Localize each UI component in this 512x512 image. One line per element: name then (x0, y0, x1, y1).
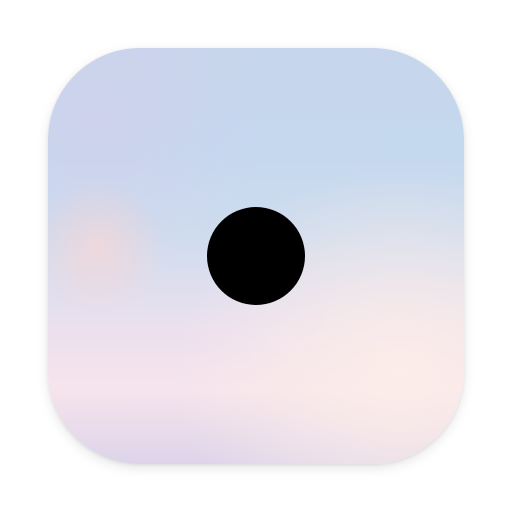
icon-canvas (0, 0, 512, 512)
app-icon[interactable] (48, 48, 464, 464)
dot-icon (207, 207, 305, 305)
